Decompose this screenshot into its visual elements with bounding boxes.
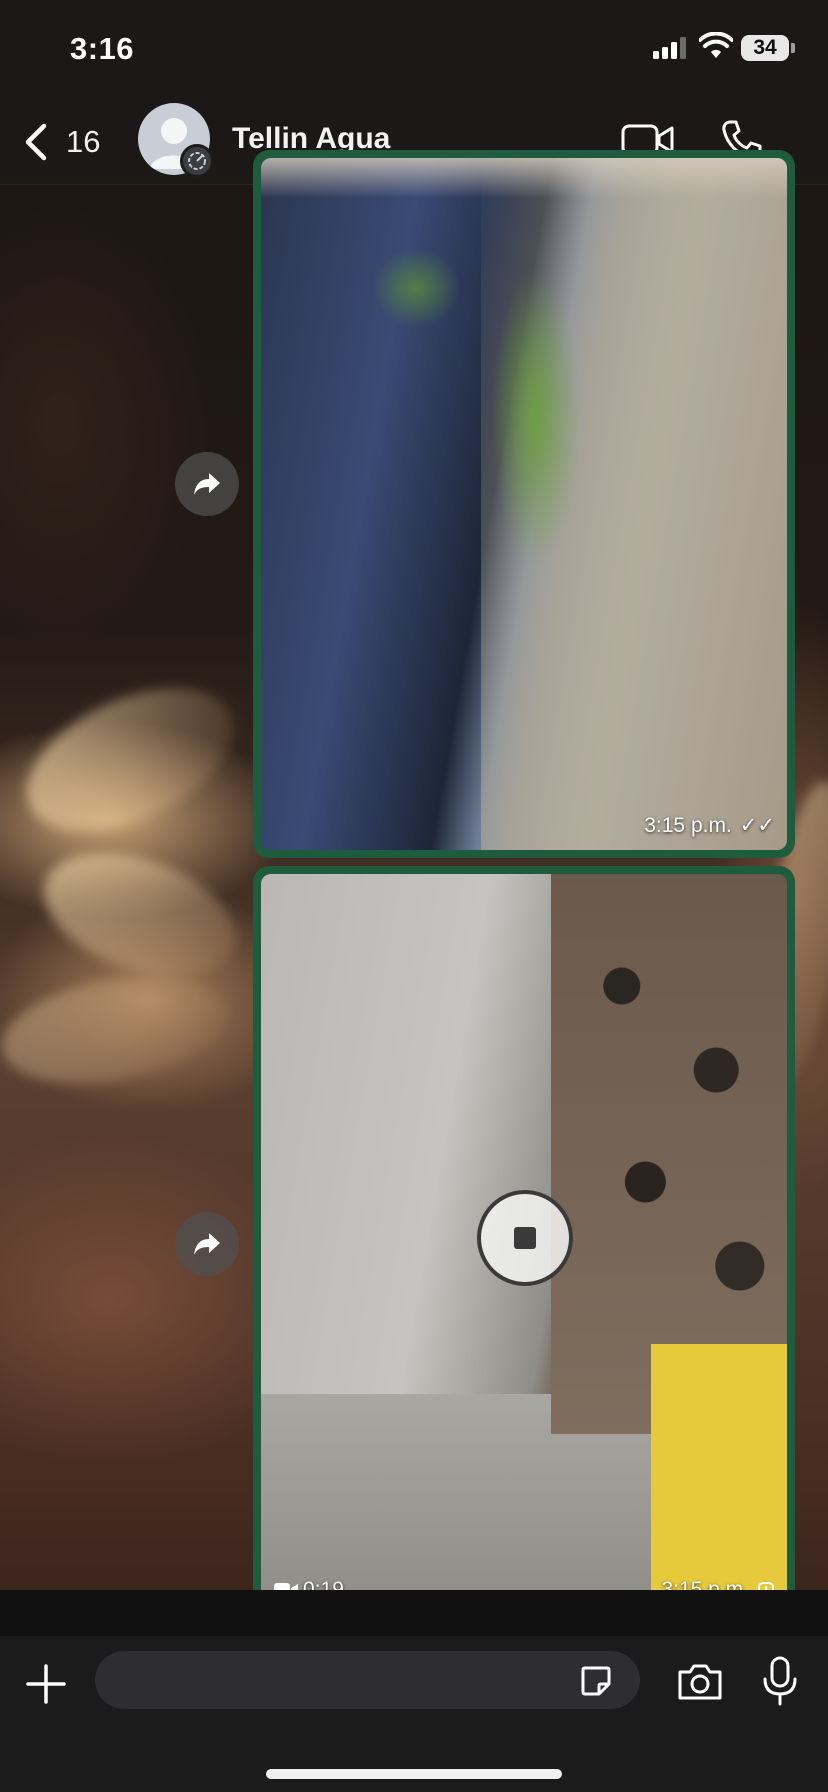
message-time: 3:15 p.m. [644, 813, 732, 837]
cellular-signal-icon [653, 37, 686, 59]
wifi-icon [699, 32, 733, 58]
composer-divider [0, 1590, 828, 1636]
forward-arrow-icon [194, 1233, 220, 1255]
battery-cap [791, 43, 795, 53]
chevron-left-icon [25, 123, 47, 161]
forward-button[interactable] [175, 452, 239, 516]
stop-icon [514, 1227, 536, 1249]
battery-icon: 34 [741, 35, 789, 61]
unread-count: 16 [66, 124, 101, 159]
status-badge-icon [180, 144, 214, 178]
forward-arrow-icon [194, 473, 220, 495]
video-message[interactable]: 0:19 3:15 p.m. [253, 866, 795, 1622]
back-button[interactable]: 16 [22, 120, 132, 164]
sticker-icon[interactable] [579, 1664, 613, 1698]
microphone-icon[interactable] [758, 1655, 802, 1707]
message-photo[interactable]: 3:15 p.m. ✓✓ [261, 158, 787, 850]
video-stop-button[interactable] [477, 1190, 573, 1286]
read-receipt-icon: ✓✓ [739, 814, 775, 837]
plus-icon[interactable] [22, 1660, 70, 1708]
message-input[interactable] [95, 1651, 640, 1709]
camera-icon[interactable] [676, 1662, 724, 1702]
message-video-thumbnail[interactable]: 0:19 3:15 p.m. [261, 874, 787, 1614]
forward-button[interactable] [175, 1212, 239, 1276]
home-indicator[interactable] [266, 1769, 562, 1779]
image-message[interactable]: 3:15 p.m. ✓✓ [253, 150, 795, 858]
status-time: 3:16 [70, 31, 135, 66]
message-meta: 3:15 p.m. ✓✓ [644, 813, 775, 838]
